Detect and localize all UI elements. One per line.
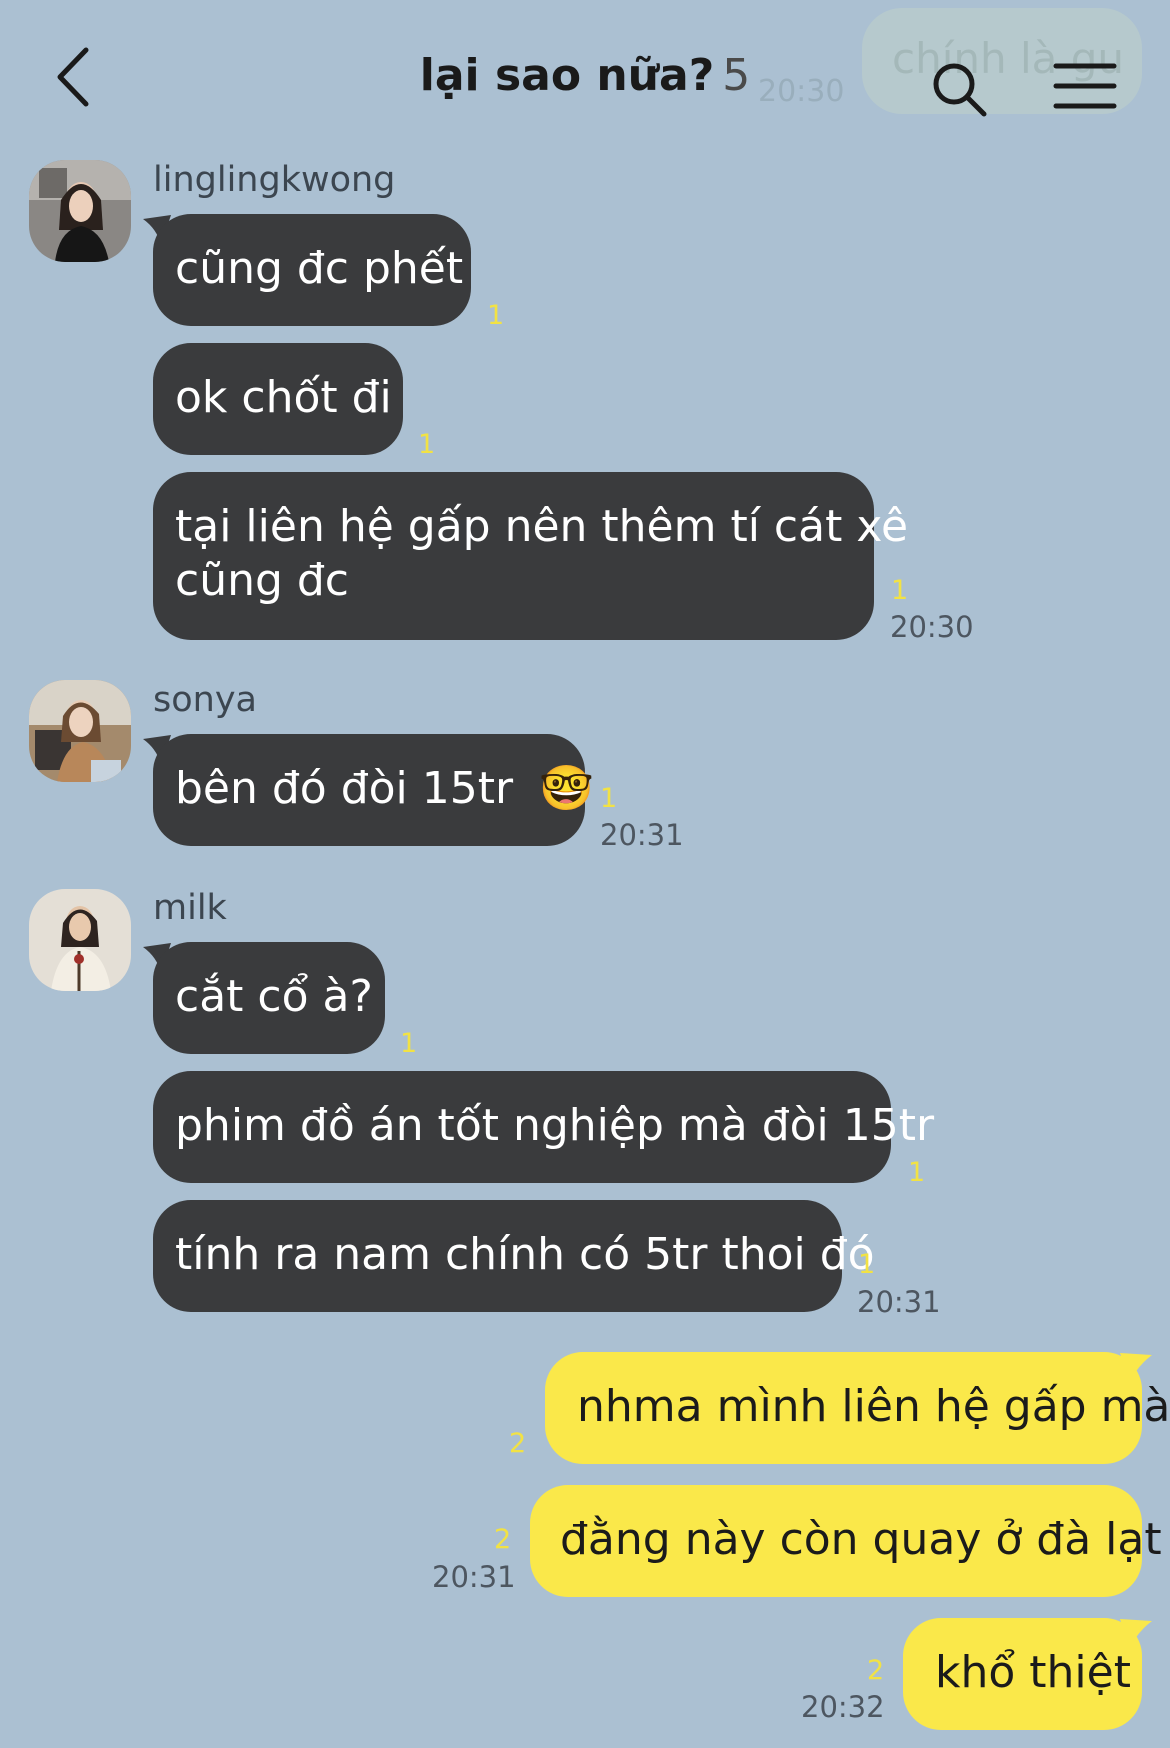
message-bubble[interactable]: cắt cổ à? [153, 942, 385, 1054]
chat-header: chính là gu 20:30 lại sao nữa? 5 [0, 0, 1170, 150]
message-bubble[interactable]: ok chốt đi [153, 343, 403, 455]
message-bubble[interactable]: tại liên hệ gấp nên thêm tí cát xê cũng … [153, 472, 909, 640]
message-text: nhma mình liên hệ gấp mà [577, 1381, 1170, 1432]
message-bubble[interactable]: khổ thiệt [903, 1618, 1142, 1730]
unread-count: 2 [494, 1524, 512, 1555]
chat-title-text: lại sao nữa? [419, 50, 715, 101]
message-text-line: tại liên hệ gấp nên thêm tí cát xê [175, 501, 909, 552]
search-icon [933, 63, 987, 117]
message-bubble[interactable]: tính ra nam chính có 5tr thoi đó [153, 1200, 875, 1312]
message-bubble[interactable]: đằng này còn quay ở đà lạt [530, 1485, 1162, 1597]
unread-count: 1 [908, 1157, 926, 1188]
unread-count: 1 [858, 1249, 876, 1280]
message-text: bên đó đòi 15tr [175, 763, 514, 814]
timestamp: 20:32 [801, 1690, 885, 1724]
timestamp: 20:31 [857, 1285, 941, 1319]
avatar[interactable] [29, 680, 131, 782]
message-text: ok chốt đi [175, 372, 392, 423]
search-button[interactable] [928, 58, 992, 122]
unread-count: 2 [867, 1655, 885, 1686]
menu-button[interactable] [1052, 60, 1118, 112]
message-bubble[interactable]: bên đó đòi 15tr 🤓 [153, 734, 594, 846]
message-text: tính ra nam chính có 5tr thoi đó [175, 1229, 875, 1280]
chat-title: lại sao nữa? 5 [0, 50, 1170, 101]
avatar-photo [29, 889, 131, 991]
sender-name: sonya [153, 680, 257, 720]
message-bubble[interactable]: phim đồ án tốt nghiệp mà đòi 15tr [153, 1071, 934, 1183]
avatar[interactable] [29, 160, 131, 262]
timestamp: 20:31 [600, 818, 684, 852]
message-bubble[interactable]: cũng đc phết [153, 214, 471, 326]
message-text-line: cũng đc [175, 555, 350, 606]
message-text: khổ thiệt [935, 1647, 1131, 1698]
unread-count: 2 [509, 1428, 527, 1459]
hamburger-menu-icon [1053, 63, 1117, 109]
avatar[interactable] [29, 889, 131, 991]
sender-name: milk [153, 888, 227, 928]
unread-count: 1 [418, 429, 436, 460]
nerd-face-emoji: 🤓 [539, 763, 594, 814]
avatar-photo [29, 680, 131, 782]
unread-count: 1 [891, 575, 909, 606]
sender-name: linglingkwong [153, 160, 396, 200]
message-text: đằng này còn quay ở đà lạt [560, 1514, 1162, 1565]
unread-count: 1 [400, 1028, 418, 1059]
message-text: cũng đc phết [175, 243, 464, 294]
member-count: 5 [722, 50, 751, 101]
timestamp: 20:30 [890, 610, 974, 644]
message-bubble[interactable]: nhma mình liên hệ gấp mà [545, 1352, 1170, 1464]
message-text: phim đồ án tốt nghiệp mà đòi 15tr [175, 1100, 935, 1151]
avatar-photo [29, 160, 131, 262]
unread-count: 1 [487, 300, 505, 331]
unread-count: 1 [600, 783, 618, 814]
timestamp: 20:31 [432, 1560, 516, 1594]
message-text: cắt cổ à? [175, 971, 373, 1022]
